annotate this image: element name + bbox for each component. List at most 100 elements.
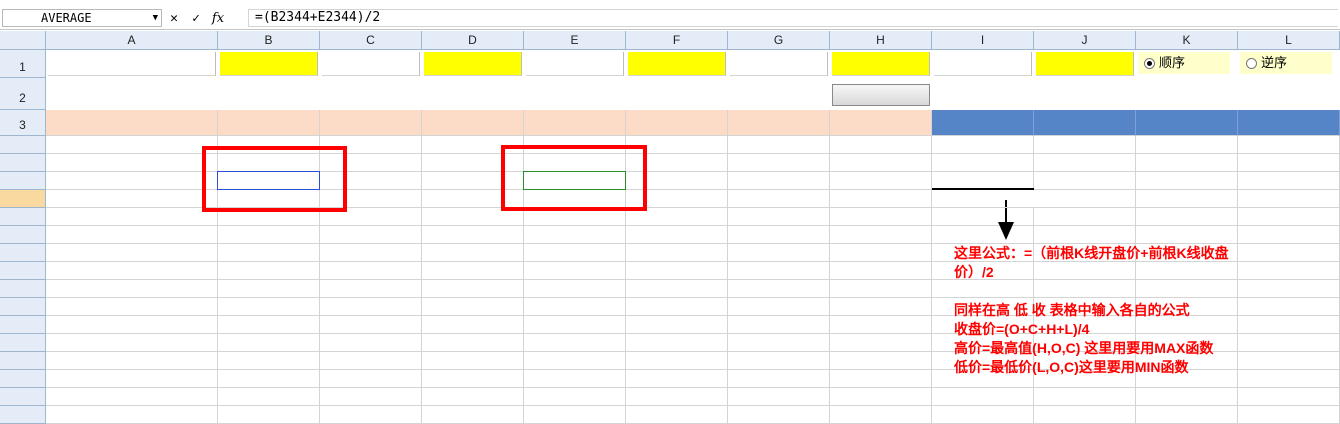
cell-a-2357[interactable] [830,406,932,424]
cell-d-2354[interactable] [46,352,218,370]
cell-a-2352[interactable] [830,316,932,334]
row-header-2345[interactable] [0,190,46,208]
row1-cell-a[interactable] [48,52,216,76]
cell-m-2346[interactable] [1238,208,1340,226]
row-header-2352[interactable] [0,316,46,334]
cell-k-2343[interactable] [1136,154,1238,172]
cell-p-2350[interactable] [728,280,830,298]
row1-cell-b[interactable] [220,52,318,76]
cell-h-2347[interactable] [320,226,422,244]
cell-a-2350[interactable] [830,280,932,298]
cell-m-2345[interactable] [1238,190,1340,208]
column-header-l[interactable]: L [1238,31,1340,50]
cell-p-2349[interactable] [728,262,830,280]
name-box[interactable]: AVERAGE ▼ [2,9,162,27]
row1-cell-e[interactable] [526,52,624,76]
cell-m-2347[interactable] [1238,226,1340,244]
row-header-2349[interactable] [0,262,46,280]
cell-m-2343[interactable] [1238,154,1340,172]
cell-p-2344[interactable] [728,172,830,190]
cell-i-2342[interactable] [932,136,1034,154]
cell-p-2352[interactable] [728,316,830,334]
insert-function-icon[interactable]: fx [210,11,226,26]
cell-m-2344[interactable] [1238,172,1340,190]
cell-h-2357[interactable] [320,406,422,424]
cell-p-2355[interactable] [728,370,830,388]
cell-p-2353[interactable] [728,334,830,352]
cell-h-2354[interactable] [320,352,422,370]
cell-j-2346[interactable] [1034,208,1136,226]
row-header-2355[interactable] [0,370,46,388]
row-header-2344[interactable] [0,172,46,190]
cell-o-2352[interactable] [218,316,320,334]
radio-selected-icon[interactable] [1144,58,1155,70]
row1-cell-f[interactable] [628,52,726,76]
cell-p-2346[interactable] [728,208,830,226]
cell-j-2342[interactable] [1034,136,1136,154]
cell-l-2353[interactable] [422,334,524,352]
fetch-data-button[interactable] [832,84,930,106]
cell-a-2343[interactable] [830,154,932,172]
column-header-f[interactable]: F [626,31,728,50]
chevron-down-icon[interactable]: ▼ [153,10,158,26]
cancel-icon[interactable]: ✕ [166,11,182,26]
cell-h-2353[interactable] [320,334,422,352]
row-header-2[interactable]: 2 [0,78,46,110]
cell-d-2342[interactable] [46,136,218,154]
cell-d-2352[interactable] [46,316,218,334]
cell-v-2353[interactable] [626,334,728,352]
cell-k-2346[interactable] [1136,208,1238,226]
cell-c-2354[interactable] [524,352,626,370]
cell-k-2344[interactable] [1136,172,1238,190]
cell-p-2356[interactable] [728,388,830,406]
cell-v-2354[interactable] [626,352,728,370]
cell-i-2356[interactable] [932,388,1034,406]
active-cell-formula[interactable] [932,190,1092,208]
cell-l-2356[interactable] [422,388,524,406]
cell-k-2356[interactable] [1136,388,1238,406]
cell-m-2356[interactable] [1238,388,1340,406]
row1-cell-h[interactable] [832,52,930,76]
cell-p-2351[interactable] [728,298,830,316]
column-header-h[interactable]: H [830,31,932,50]
cell-a-2345[interactable] [830,190,932,208]
row-header-3[interactable]: 3 [0,110,46,136]
column-header-g[interactable]: G [728,31,830,50]
cell-c-2355[interactable] [524,370,626,388]
cell-d-2344[interactable] [46,172,218,190]
cell-p-2348[interactable] [728,244,830,262]
cell-a-2354[interactable] [830,352,932,370]
row-header-2347[interactable] [0,226,46,244]
cell-a-2342[interactable] [830,136,932,154]
radio-descending[interactable]: 逆序 [1240,52,1332,74]
row1-cell-g[interactable] [730,52,828,76]
cell-a-2349[interactable] [830,262,932,280]
cell-o-2355[interactable] [218,370,320,388]
cell-p-2347[interactable] [728,226,830,244]
radio-empty-icon[interactable] [1246,58,1257,70]
cell-a-2356[interactable] [830,388,932,406]
row1-cell-i[interactable] [934,52,1032,76]
row-header-2351[interactable] [0,298,46,316]
cell-a-2351[interactable] [830,298,932,316]
column-header-a[interactable]: A [46,31,218,50]
cell-a-2355[interactable] [830,370,932,388]
cell-c-2357[interactable] [524,406,626,424]
cell-i-2357[interactable] [932,406,1034,424]
cell-v-2356[interactable] [626,388,728,406]
cell-k-2342[interactable] [1136,136,1238,154]
cell-i-2343[interactable] [932,154,1034,172]
row-header-2350[interactable] [0,280,46,298]
cell-a-2344[interactable] [830,172,932,190]
row1-cell-j[interactable] [1036,52,1134,76]
cell-k-2357[interactable] [1136,406,1238,424]
cell-o-2354[interactable] [218,352,320,370]
cell-c-2353[interactable] [524,334,626,352]
cell-p-2354[interactable] [728,352,830,370]
column-header-e[interactable]: E [524,31,626,50]
row-header-2346[interactable] [0,208,46,226]
cell-d-2355[interactable] [46,370,218,388]
formula-input[interactable]: =(B2344+E2344)/2 [248,9,1338,27]
cell-h-2355[interactable] [320,370,422,388]
column-header-i[interactable]: I [932,31,1034,50]
